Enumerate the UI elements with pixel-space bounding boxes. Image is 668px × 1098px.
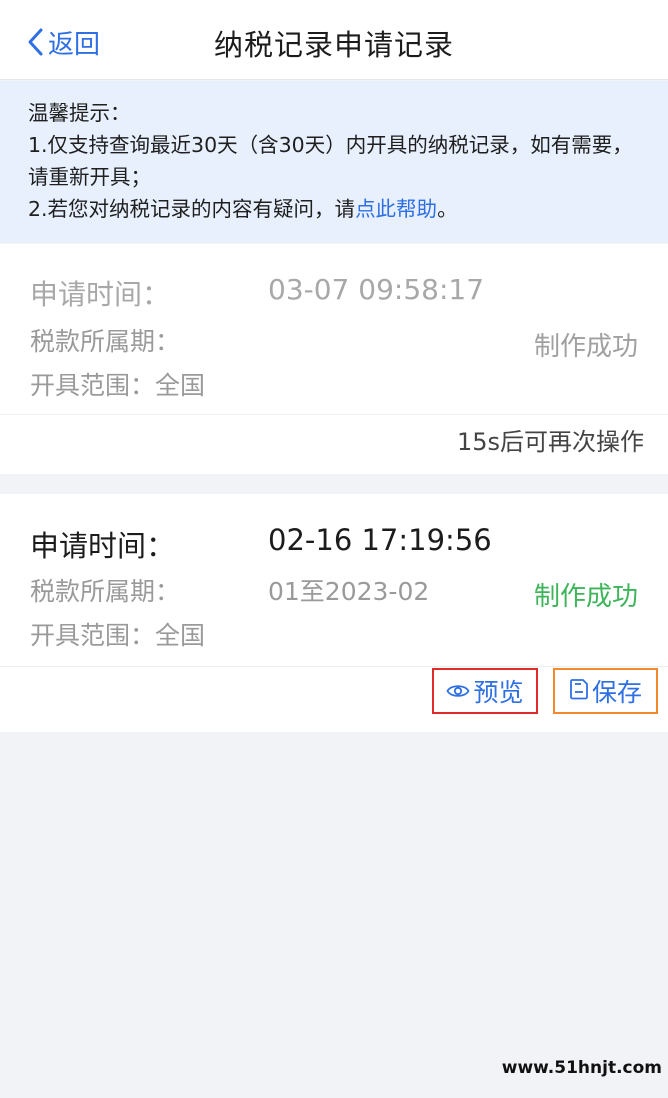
apply-time-label: 申请时间： <box>30 529 176 563</box>
apply-time-value: 03-07 09:58:17 <box>268 273 485 306</box>
cooldown-text: 15s后可再次操作 <box>456 428 644 456</box>
scope-label: 开具范围：全国 <box>30 371 206 400</box>
save-icon <box>569 677 592 706</box>
status-badge: 制作成功 <box>533 582 638 612</box>
page-title: 纳税记录申请记录 <box>213 28 454 62</box>
tip-line-2: 2.若您对纳税记录的内容有疑问，请点此帮助。 <box>28 193 644 225</box>
divider <box>0 414 668 415</box>
apply-time-label: 申请时间： <box>30 278 171 311</box>
watermark: www.51hnjt.com <box>501 1058 662 1078</box>
tip-line-2-prefix: 2.若您对纳税记录的内容有疑问，请 <box>28 197 356 221</box>
status-badge: 制作成功 <box>533 332 638 362</box>
save-button[interactable]: 保存 <box>553 668 658 714</box>
app-page: 返回 纳税记录申请记录 温馨提示： 1.仅支持查询最近30天（含30天）内开具的… <box>0 0 668 1098</box>
eye-icon <box>446 677 473 706</box>
record-card: 申请时间： 03-07 09:58:17 税款所属期： 制作成功 开具范围：全国… <box>0 244 668 474</box>
tax-period-label: 税款所属期： <box>30 577 181 606</box>
save-label: 保存 <box>591 678 642 707</box>
tip-line-2-suffix: 。 <box>437 197 458 221</box>
navbar: 返回 纳税记录申请记录 <box>0 0 668 80</box>
tax-period-value: 01至2023-02 <box>268 577 430 606</box>
tip-box: 温馨提示： 1.仅支持查询最近30天（含30天）内开具的纳税记录，如有需要，请重… <box>0 81 668 243</box>
apply-time-value: 02-16 17:19:56 <box>268 523 492 557</box>
scope-label: 开具范围：全国 <box>30 621 206 650</box>
tip-heading: 温馨提示： <box>28 101 131 125</box>
help-link[interactable]: 点此帮助 <box>355 197 437 221</box>
divider <box>0 666 668 667</box>
tax-period-label: 税款所属期： <box>30 327 181 356</box>
preview-button[interactable]: 预览 <box>432 668 538 714</box>
record-card: 申请时间： 02-16 17:19:56 税款所属期： 01至2023-02 制… <box>0 494 668 732</box>
tip-line-1: 1.仅支持查询最近30天（含30天）内开具的纳税记录，如有需要，请重新开具； <box>28 133 633 189</box>
preview-label: 预览 <box>473 678 524 707</box>
